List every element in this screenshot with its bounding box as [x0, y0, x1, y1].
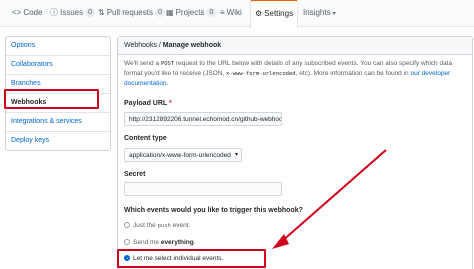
push-option-text-2: event.	[170, 222, 191, 229]
tab-issues-label: Issues	[60, 8, 84, 17]
radio-push-event[interactable]: Just the push event.	[124, 221, 190, 231]
sidebar-item-integrations[interactable]: Integrations & services	[6, 113, 110, 132]
chevron-down-icon: ▾	[234, 152, 238, 158]
payload-url-input[interactable]: http://2312892206.tunnel.echomod.cn/gith…	[124, 112, 282, 126]
everything-option-text-2: .	[193, 239, 196, 246]
tab-settings-label: Settings	[264, 9, 294, 18]
sidebar-item-webhooks[interactable]: Webhooks	[6, 94, 110, 113]
events-question: Which events would you like to trigger t…	[124, 207, 303, 214]
sidebar-item-deploy-keys[interactable]: Deploy keys	[6, 132, 110, 150]
gear-icon: ⚙	[255, 9, 263, 18]
required-asterisk: *	[169, 100, 172, 107]
breadcrumb: Webhooks / Manage webhook	[118, 37, 472, 55]
radio-everything[interactable]: Send me everything.	[124, 238, 196, 248]
content-type-value: application/x-www-form-urlencoded	[129, 152, 231, 159]
intro-post-code: POST	[160, 61, 175, 67]
sidebar-item-collaborators[interactable]: Collaborators	[6, 56, 110, 75]
tab-pull-requests[interactable]: ⇅ Pull requests 0	[98, 0, 165, 26]
pull-requests-count-badge: 0	[154, 8, 165, 17]
tab-wiki[interactable]: ≡ Wiki	[220, 0, 242, 26]
radio-select-individual[interactable]: Let me select individual events.	[124, 254, 223, 264]
tab-wiki-label: Wiki	[226, 8, 242, 17]
radio-button-checked-icon[interactable]	[124, 255, 130, 261]
project-icon: ▦	[166, 8, 174, 17]
content-type-label: Content type	[124, 135, 167, 142]
secret-label: Secret	[124, 171, 146, 178]
tab-pull-requests-label: Pull requests	[106, 8, 153, 17]
pull-request-icon: ⇅	[98, 8, 105, 17]
intro-part-1: We'll send a	[124, 60, 161, 67]
tab-insights[interactable]: Insights ▾	[303, 0, 336, 26]
book-icon: ≡	[220, 8, 225, 17]
tab-projects[interactable]: ▦ Projects 0	[166, 0, 217, 26]
select-individual-option-text: Let me select individual events.	[133, 255, 224, 262]
tab-projects-label: Projects	[175, 8, 205, 17]
webhook-panel: Webhooks / Manage webhook We'll send a P…	[117, 36, 473, 269]
tab-settings[interactable]: ⚙ Settings	[250, 0, 299, 28]
intro-text: We'll send a POST request to the URL bel…	[124, 59, 464, 88]
secret-input[interactable]	[124, 182, 282, 196]
payload-url-label-text: Payload URL	[124, 100, 168, 107]
chevron-down-icon: ▾	[332, 11, 336, 17]
breadcrumb-parent[interactable]: Webhooks	[124, 42, 157, 49]
code-icon: <>	[12, 8, 22, 17]
issues-count-badge: 0	[85, 8, 96, 17]
projects-count-badge: 0	[206, 8, 217, 17]
everything-option-bold: everything	[160, 239, 194, 246]
breadcrumb-current: Manage webhook	[162, 42, 222, 49]
intro-part-4: .	[166, 80, 169, 87]
intro-part-3: , etc). More information can be found in	[295, 70, 411, 77]
settings-sidebar: Options Collaborators Branches Webhooks …	[5, 36, 111, 151]
tab-insights-label: Insights	[303, 8, 331, 17]
sidebar-item-options[interactable]: Options	[6, 37, 110, 56]
radio-button-icon[interactable]	[124, 239, 130, 245]
everything-option-text-1: Send me	[133, 239, 161, 246]
tab-code-label: Code	[23, 8, 43, 17]
payload-url-label: Payload URL *	[124, 100, 172, 107]
push-option-code: push	[157, 223, 171, 229]
intro-form-code: x-www-form-urlencoded	[226, 71, 296, 77]
content-type-select[interactable]: application/x-www-form-urlencoded ▾	[124, 148, 242, 162]
repo-nav-tabs: <> Code ⓘ Issues 0 ⇅ Pull requests 0 ▦ Project…	[0, 0, 474, 28]
tab-issues[interactable]: ⓘ Issues 0	[50, 0, 96, 26]
issue-icon: ⓘ	[50, 8, 58, 17]
sidebar-item-branches[interactable]: Branches	[6, 75, 110, 94]
radio-button-icon[interactable]	[124, 222, 130, 228]
tab-code[interactable]: <> Code	[12, 0, 42, 26]
push-option-text-1: Just the	[133, 222, 158, 229]
